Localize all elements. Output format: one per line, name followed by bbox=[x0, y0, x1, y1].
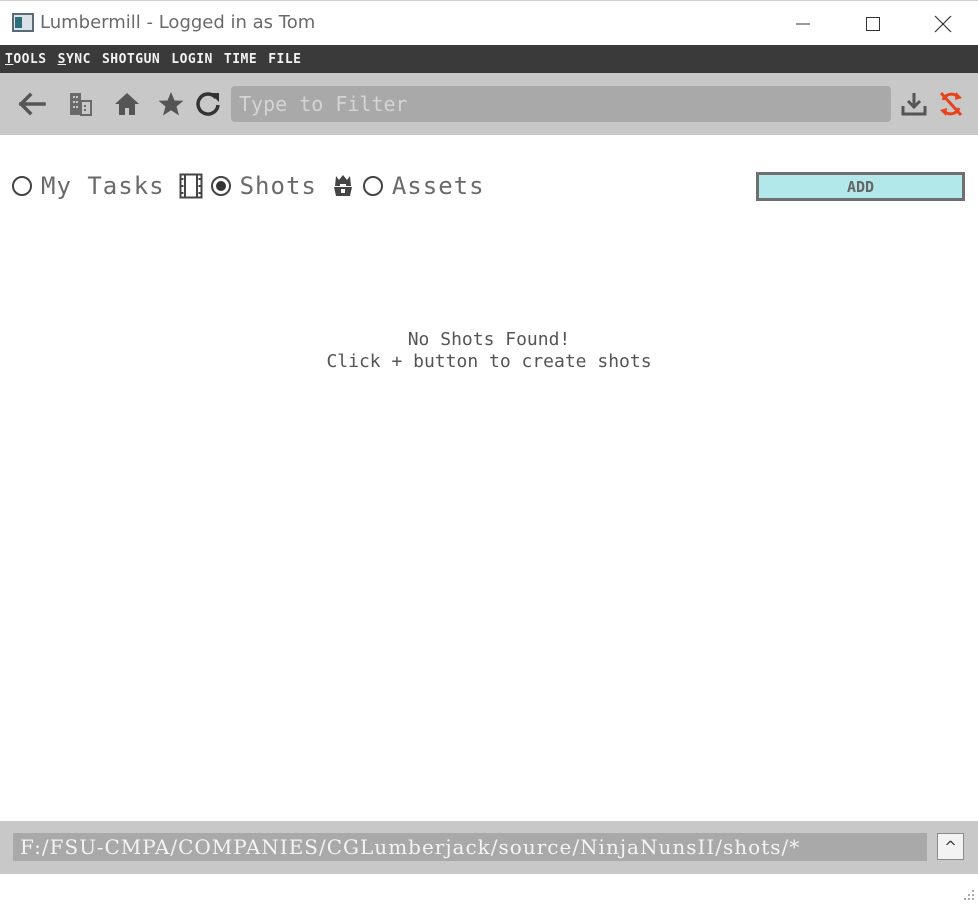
menu-sync[interactable]: SYNC bbox=[58, 52, 91, 67]
menu-login[interactable]: LOGIN bbox=[171, 52, 213, 67]
refresh-icon bbox=[196, 92, 220, 116]
film-strip-icon bbox=[179, 173, 203, 199]
current-path-field[interactable]: F:/FSU-CMPA/COMPANIES/CGLumberjack/sourc… bbox=[13, 833, 927, 861]
app-icon bbox=[12, 13, 34, 32]
minimize-button[interactable] bbox=[786, 9, 820, 39]
shots-label[interactable]: Shots bbox=[240, 172, 317, 200]
toolbar bbox=[0, 73, 978, 135]
path-bar: F:/FSU-CMPA/COMPANIES/CGLumberjack/sourc… bbox=[0, 821, 978, 874]
filter-input[interactable] bbox=[231, 86, 891, 122]
home-button[interactable] bbox=[111, 89, 143, 119]
refresh-button[interactable] bbox=[192, 89, 224, 119]
favorite-star-icon bbox=[158, 92, 184, 116]
add-button[interactable]: ADD bbox=[756, 172, 965, 201]
maximize-icon bbox=[866, 17, 880, 31]
download-button[interactable] bbox=[898, 89, 930, 119]
shots-radio[interactable] bbox=[210, 176, 231, 196]
empty-state-hint: Click + button to create shots bbox=[326, 351, 652, 372]
menu-tools-rest: OOLS bbox=[13, 51, 47, 67]
home-icon bbox=[115, 93, 139, 115]
back-arrow-icon bbox=[18, 92, 46, 116]
assets-radio[interactable] bbox=[362, 176, 383, 196]
menu-time[interactable]: TIME bbox=[224, 52, 257, 67]
assets-label[interactable]: Assets bbox=[392, 172, 485, 200]
company-building-icon bbox=[70, 93, 92, 116]
menu-sync-accel: S bbox=[57, 51, 66, 67]
back-button[interactable] bbox=[16, 89, 48, 119]
close-icon bbox=[934, 15, 952, 33]
download-icon bbox=[901, 93, 927, 116]
favorites-button[interactable] bbox=[155, 89, 187, 119]
sync-disabled-icon bbox=[939, 91, 963, 117]
window-title: Lumbermill - Logged in as Tom bbox=[40, 12, 316, 33]
maximize-button[interactable] bbox=[856, 9, 890, 39]
up-level-button[interactable]: ^ bbox=[937, 833, 964, 860]
menu-sync-rest: YNC bbox=[65, 51, 91, 67]
minimize-icon bbox=[796, 23, 810, 25]
mode-selector: My Tasks Shots Assets bbox=[12, 170, 499, 202]
empty-state-message: No Shots Found! Click + button to create… bbox=[0, 329, 978, 373]
resize-grip-icon[interactable] bbox=[962, 888, 976, 902]
menu-tools[interactable]: TOOLS bbox=[5, 52, 47, 67]
empty-state-title: No Shots Found! bbox=[407, 329, 571, 350]
sync-button[interactable] bbox=[935, 89, 967, 119]
menu-bar: TOOLS SYNC SHOTGUN LOGIN TIME FILE bbox=[0, 45, 978, 73]
menu-file[interactable]: FILE bbox=[268, 52, 301, 67]
title-bar: Lumbermill - Logged in as Tom bbox=[0, 0, 978, 45]
my-tasks-label[interactable]: My Tasks bbox=[41, 172, 165, 200]
close-button[interactable] bbox=[926, 9, 960, 39]
company-button[interactable] bbox=[64, 89, 96, 119]
menu-shotgun[interactable]: SHOTGUN bbox=[102, 52, 160, 67]
asset-plant-icon bbox=[331, 173, 355, 199]
my-tasks-radio[interactable] bbox=[12, 176, 32, 196]
